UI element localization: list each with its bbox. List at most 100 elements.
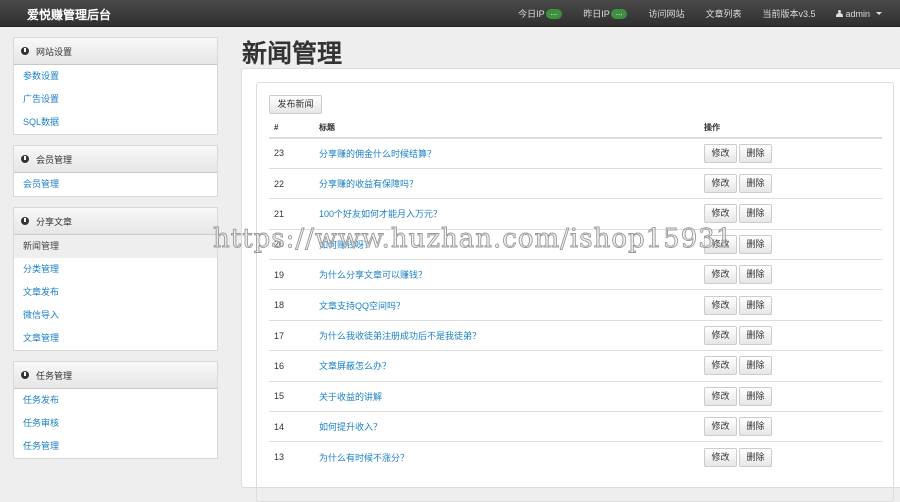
table-row: 18 文章支持QQ空间吗？ 修改 删除 [269, 289, 882, 321]
today-ip-badge: ... [545, 8, 563, 19]
row-id: 23 [269, 137, 314, 169]
edit-button[interactable]: 修改 [704, 356, 737, 376]
delete-button[interactable]: 删除 [739, 295, 772, 315]
col-title: 标题 [314, 118, 699, 139]
delete-button[interactable]: 删除 [739, 417, 772, 437]
row-id: 13 [269, 441, 314, 473]
sidebar-item[interactable]: 文章管理 [14, 327, 217, 350]
row-id: 18 [269, 289, 314, 321]
yesterday-ip-label: 昨日IP [583, 9, 610, 19]
caret-down-icon [876, 12, 882, 15]
visit-site-link[interactable]: 访问网站 [648, 7, 684, 20]
row-id: 19 [269, 259, 314, 290]
delete-button[interactable]: 删除 [739, 234, 772, 254]
user-menu[interactable]: admin [836, 9, 882, 19]
table-row: 15 关于收益的讲解 修改 删除 [269, 380, 882, 412]
table-row: 23 分享赚的佣金什么时候结算？ 修改 删除 [269, 137, 882, 169]
delete-button[interactable]: 删除 [739, 447, 772, 467]
sidebar-item[interactable]: 参数设置 [14, 65, 217, 88]
edit-button[interactable]: 修改 [704, 447, 737, 467]
page-title: 新闻管理 [242, 40, 343, 68]
user-name: admin [845, 8, 870, 19]
sidebar-item[interactable]: 会员管理 [14, 173, 217, 196]
sidebar-item[interactable]: 文章发布 [14, 281, 217, 304]
sidebar-panel: 会员管理 会员管理 [13, 145, 218, 197]
delete-button[interactable]: 删除 [739, 356, 772, 376]
row-id: 15 [269, 380, 314, 412]
sidebar-item[interactable]: 任务审核 [14, 412, 217, 435]
today-ip-label: 今日IP [518, 9, 545, 19]
version-link[interactable]: 当前版本v3.5 [762, 7, 815, 20]
publish-news-button[interactable]: 发布新闻 [269, 95, 322, 114]
edit-button[interactable]: 修改 [704, 204, 737, 224]
row-id: 17 [269, 319, 314, 351]
sidebar-item[interactable]: SQL数据 [14, 111, 217, 134]
table-row: 22 分享赚的收益有保障吗？ 修改 删除 [269, 167, 882, 199]
delete-button[interactable]: 删除 [739, 174, 772, 194]
article-list-link[interactable]: 文章列表 [705, 7, 741, 20]
sidebar-item[interactable]: 广告设置 [14, 88, 217, 111]
edit-button[interactable]: 修改 [704, 265, 737, 285]
delete-button[interactable]: 删除 [739, 265, 772, 285]
sidebar-item[interactable]: 新闻管理 [14, 235, 217, 258]
sidebar-item[interactable]: 微信导入 [14, 304, 217, 327]
row-title-link[interactable]: 如何赚钱呀？ [319, 240, 373, 250]
edit-button[interactable]: 修改 [704, 326, 737, 346]
sidebar-panel-title: 任务管理 [36, 370, 73, 381]
col-id: # [269, 118, 314, 139]
row-title-link[interactable]: 为什么有时候不涨分？ [319, 453, 409, 463]
sidebar-panel-header[interactable]: 会员管理 [14, 146, 217, 173]
edit-button[interactable]: 修改 [704, 386, 737, 406]
content-panel: 发布新闻 # 标题 操作 23 分享赚的佣金什么时候结算？ 修改 删除 22 分享赚的收益… [241, 68, 900, 502]
table-row: 14 如何提升收入？ 修改 删除 [269, 411, 882, 442]
sidebar-panel-title: 分享文章 [36, 216, 73, 227]
edit-button[interactable]: 修改 [704, 143, 737, 163]
row-id: 20 [269, 228, 314, 260]
row-title-link[interactable]: 文章支持QQ空间吗？ [319, 301, 405, 311]
sidebar-panel-header[interactable]: 分享文章 [14, 208, 217, 235]
sidebar-item[interactable]: 任务发布 [14, 389, 217, 412]
dashboard-icon [21, 371, 29, 379]
col-actions: 操作 [699, 118, 882, 139]
delete-button[interactable]: 删除 [739, 326, 772, 346]
delete-button[interactable]: 删除 [739, 386, 772, 406]
row-title-link[interactable]: 分享赚的佣金什么时候结算？ [319, 149, 436, 159]
sidebar-panel-title: 网站设置 [36, 46, 73, 57]
table-row: 13 为什么有时候不涨分？ 修改 删除 [269, 441, 882, 473]
sidebar-panel: 任务管理 任务发布 任务审核 任务管理 [13, 361, 218, 459]
table-row: 21 100个好友如何才能月入万元？ 修改 删除 [269, 198, 882, 230]
row-title-link[interactable]: 为什么我收徒弟注册成功后不是我徒弟？ [319, 331, 481, 341]
yesterday-ip-badge: ... [610, 8, 628, 19]
dashboard-icon [21, 47, 29, 55]
sidebar-item[interactable]: 分类管理 [14, 258, 217, 281]
top-navbar: 爱悦赚管理后台 今日IP... 昨日IP... 访问网站 文章列表 当前版本v3… [0, 0, 900, 27]
sidebar: 网站设置 参数设置 广告设置 SQL数据 会员管理 会员管理 分享文章 新闻管理 分类管理 文章发… [13, 37, 218, 469]
row-title-link[interactable]: 文章屏蔽怎么办？ [319, 361, 391, 371]
user-icon [836, 10, 844, 17]
sidebar-panel-header[interactable]: 网站设置 [14, 38, 217, 65]
row-title-link[interactable]: 分享赚的收益有保障吗？ [319, 179, 418, 189]
dashboard-icon [21, 155, 29, 163]
brand-title[interactable]: 爱悦赚管理后台 [27, 6, 111, 23]
row-title-link[interactable]: 100个好友如何才能月入万元？ [319, 209, 442, 219]
today-ip[interactable]: 今日IP... [518, 7, 563, 20]
news-panel: 发布新闻 # 标题 操作 23 分享赚的佣金什么时候结算？ 修改 删除 22 分享赚的收益… [256, 82, 894, 502]
sidebar-item[interactable]: 任务管理 [14, 435, 217, 458]
edit-button[interactable]: 修改 [704, 295, 737, 315]
news-table: # 标题 操作 23 分享赚的佣金什么时候结算？ 修改 删除 22 分享赚的收益有保障吗？… [269, 118, 882, 473]
row-id: 14 [269, 411, 314, 442]
sidebar-panel: 分享文章新闻管理 分类管理 文章发布 微信导入 文章管理 [13, 207, 218, 351]
yesterday-ip[interactable]: 昨日IP... [583, 7, 628, 20]
delete-button[interactable]: 删除 [739, 204, 772, 224]
row-id: 22 [269, 167, 314, 199]
table-row: 16 文章屏蔽怎么办？ 修改 删除 [269, 350, 882, 382]
edit-button[interactable]: 修改 [704, 174, 737, 194]
delete-button[interactable]: 删除 [739, 143, 772, 163]
row-title-link[interactable]: 为什么分享文章可以赚钱？ [319, 270, 427, 280]
sidebar-panel-header[interactable]: 任务管理 [14, 362, 217, 389]
edit-button[interactable]: 修改 [704, 234, 737, 254]
row-title-link[interactable]: 如何提升收入？ [319, 422, 382, 432]
edit-button[interactable]: 修改 [704, 417, 737, 437]
sidebar-panel-title: 会员管理 [36, 154, 73, 165]
row-title-link[interactable]: 关于收益的讲解 [319, 392, 382, 402]
